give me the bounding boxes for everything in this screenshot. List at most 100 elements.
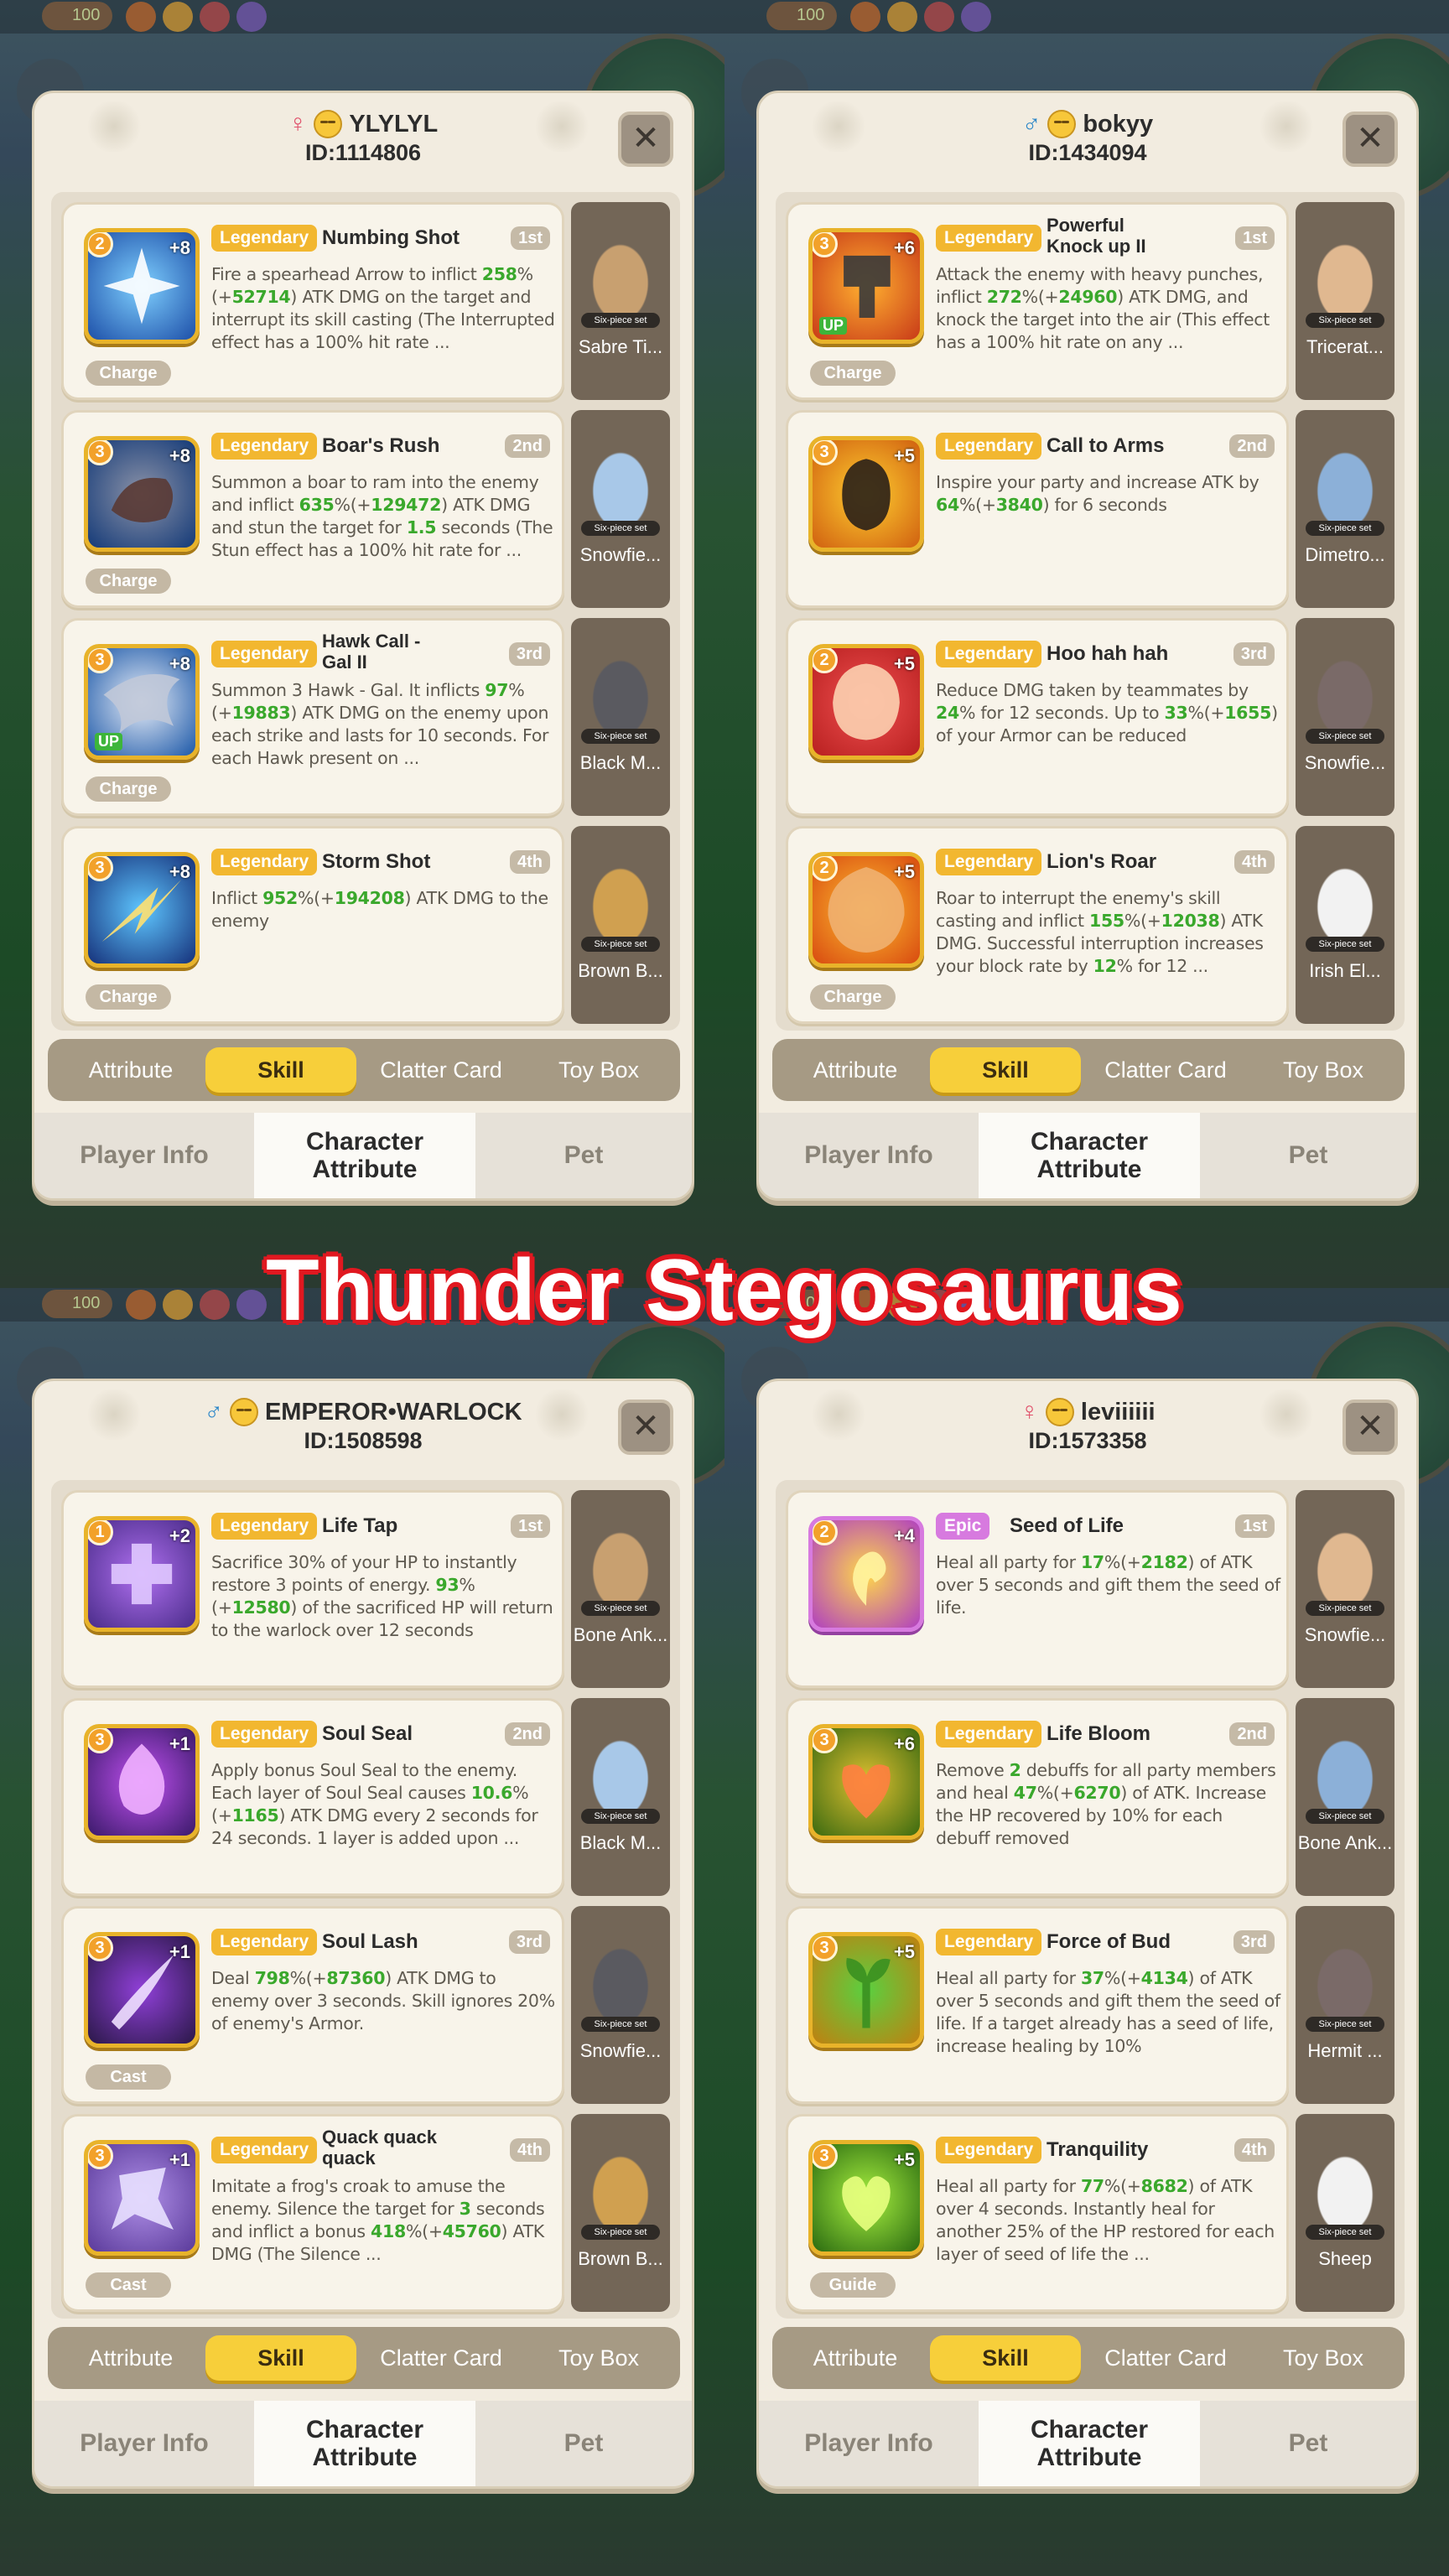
skill-row[interactable]: 3 +8 Charge Legendary Storm Shot 4th Inflict 9… (61, 826, 670, 1024)
skill-card[interactable]: 3 +5 Guide Legendary Tranquility 4th Heal all … (786, 2114, 1289, 2312)
tab-toy-box[interactable]: Toy Box (524, 1047, 673, 1093)
tab-pet[interactable]: Pet (475, 1113, 692, 1198)
close-button[interactable]: ✕ (1343, 1400, 1398, 1455)
tab-skill[interactable]: Skill (930, 2335, 1081, 2381)
pet-slot[interactable]: Six-piece set Hermit ... (1296, 1906, 1394, 2104)
pet-name: Snowfie... (1304, 752, 1386, 773)
lion-roar-icon[interactable]: 2 +5 (808, 852, 924, 968)
force-of-bud-icon[interactable]: 3 +5 (808, 1932, 924, 2048)
tab-attribute[interactable]: Attribute (58, 1047, 204, 1093)
tab-pet[interactable]: Pet (475, 2401, 692, 2486)
skill-card[interactable]: 3 +8 Charge Legendary Boar's Rush 2nd Summon a… (61, 410, 564, 608)
hawk-call-icon[interactable]: 3 +8 UP (84, 644, 200, 760)
skill-row[interactable]: 2 +5 Legendary Hoo hah hah 3rd Reduce DMG tak… (786, 618, 1394, 816)
tab-player-info[interactable]: Player Info (759, 1113, 979, 1198)
tab-toy-box[interactable]: Toy Box (1249, 1047, 1398, 1093)
skill-row[interactable]: 2 +4 Epic Seed of Life 1st Heal all party for… (786, 1490, 1394, 1688)
life-bloom-icon[interactable]: 3 +6 (808, 1724, 924, 1840)
pet-slot[interactable]: Six-piece set Tricerat... (1296, 202, 1394, 400)
tab-clatter-card[interactable]: Clatter Card (1086, 2335, 1245, 2381)
pet-slot[interactable]: Six-piece set Dimetro... (1296, 410, 1394, 608)
pet-slot[interactable]: Six-piece set Snowfie... (571, 410, 670, 608)
knock-up-icon[interactable]: 3 +6 UP (808, 228, 924, 344)
skill-row[interactable]: 1 +2 Legendary Life Tap 1st Sacrifice 30% of … (61, 1490, 670, 1688)
tab-skill[interactable]: Skill (205, 2335, 356, 2381)
skill-card[interactable]: 2 +8 Charge Legendary Numbing Shot 1st Fire a … (61, 202, 564, 400)
skill-card[interactable]: 3 +5 Legendary Force of Bud 3rd Heal all part… (786, 1906, 1289, 2104)
storm-shot-icon[interactable]: 3 +8 (84, 852, 200, 968)
tab-toy-box[interactable]: Toy Box (524, 2335, 673, 2381)
skill-card[interactable]: 2 +5 Legendary Hoo hah hah 3rd Reduce DMG tak… (786, 618, 1289, 816)
pet-slot[interactable]: Six-piece set Black M... (571, 1698, 670, 1896)
skill-row[interactable]: 3 +6 UP Charge Legendary Powerful Knock up II… (786, 202, 1394, 400)
pet-slot[interactable]: Six-piece set Brown B... (571, 826, 670, 1024)
skill-row[interactable]: 3 +5 Legendary Force of Bud 3rd Heal all part… (786, 1906, 1394, 2104)
skill-card[interactable]: 3 +6 UP Charge Legendary Powerful Knock up II… (786, 202, 1289, 400)
skill-card[interactable]: 3 +8 Charge Legendary Storm Shot 4th Inflict 9… (61, 826, 564, 1024)
tab-player-info[interactable]: Player Info (34, 1113, 254, 1198)
tab-clatter-card[interactable]: Clatter Card (1086, 1047, 1245, 1093)
tab-skill[interactable]: Skill (205, 1047, 356, 1093)
tab-attribute[interactable]: Attribute (782, 1047, 928, 1093)
tranquility-icon[interactable]: 3 +5 (808, 2140, 924, 2256)
tab-skill[interactable]: Skill (930, 1047, 1081, 1093)
pet-slot[interactable]: Six-piece set Irish El... (1296, 826, 1394, 1024)
tab-character-attribute[interactable]: Character Attribute (254, 1113, 475, 1198)
pet-name: Black M... (579, 752, 662, 773)
skill-row[interactable]: 3 +1 Legendary Soul Seal 2nd Apply bonus Soul… (61, 1698, 670, 1896)
tab-player-info[interactable]: Player Info (34, 2401, 254, 2486)
skill-card[interactable]: 3 +1 Legendary Soul Seal 2nd Apply bonus Soul… (61, 1698, 564, 1896)
hoo-hah-icon[interactable]: 2 +5 (808, 644, 924, 760)
highlight-value: 45760 (442, 2221, 501, 2241)
tab-attribute[interactable]: Attribute (58, 2335, 204, 2381)
life-tap-icon[interactable]: 1 +2 (84, 1516, 200, 1632)
close-button[interactable]: ✕ (618, 112, 673, 167)
skill-row[interactable]: 3 +5 Legendary Call to Arms 2nd Inspire your … (786, 410, 1394, 608)
skill-row[interactable]: 2 +8 Charge Legendary Numbing Shot 1st Fire a … (61, 202, 670, 400)
tab-player-info[interactable]: Player Info (759, 2401, 979, 2486)
pet-slot[interactable]: Six-piece set Snowfie... (571, 1906, 670, 2104)
tab-pet[interactable]: Pet (1200, 1113, 1416, 1198)
tab-character-attribute[interactable]: Character Attribute (254, 2401, 475, 2486)
soul-lash-icon[interactable]: 3 +1 (84, 1932, 200, 2048)
skill-row[interactable]: 3 +8 Charge Legendary Boar's Rush 2nd Summon a… (61, 410, 670, 608)
numbing-shot-icon[interactable]: 2 +8 (84, 228, 200, 344)
boar-rush-icon[interactable]: 3 +8 (84, 436, 200, 552)
pet-slot[interactable]: Six-piece set Sabre Ti... (571, 202, 670, 400)
tab-clatter-card[interactable]: Clatter Card (361, 2335, 521, 2381)
pet-slot[interactable]: Six-piece set Black M... (571, 618, 670, 816)
pet-slot[interactable]: Six-piece set Snowfie... (1296, 1490, 1394, 1688)
pet-set-label: Six-piece set (581, 313, 660, 328)
skill-row[interactable]: 3 +8 UP Charge Legendary Hawk Call - Gal II 3r… (61, 618, 670, 816)
skill-card[interactable]: 3 +1 Cast Legendary Quack quack quack 4th Imit… (61, 2114, 564, 2312)
tab-clatter-card[interactable]: Clatter Card (361, 1047, 521, 1093)
pet-slot[interactable]: Six-piece set Brown B... (571, 2114, 670, 2312)
pet-slot[interactable]: Six-piece set Snowfie... (1296, 618, 1394, 816)
skill-card[interactable]: 2 +5 Charge Legendary Lion's Roar 4th Roar to … (786, 826, 1289, 1024)
skill-card[interactable]: 3 +8 UP Charge Legendary Hawk Call - Gal II 3r… (61, 618, 564, 816)
tab-pet[interactable]: Pet (1200, 2401, 1416, 2486)
close-button[interactable]: ✕ (618, 1400, 673, 1455)
quack-icon[interactable]: 3 +1 (84, 2140, 200, 2256)
close-button[interactable]: ✕ (1343, 112, 1398, 167)
skill-card[interactable]: 1 +2 Legendary Life Tap 1st Sacrifice 30% of … (61, 1490, 564, 1688)
skill-row[interactable]: 3 +5 Guide Legendary Tranquility 4th Heal all … (786, 2114, 1394, 2312)
skill-row[interactable]: 3 +6 Legendary Life Bloom 2nd Remove 2 debuff… (786, 1698, 1394, 1896)
tab-character-attribute[interactable]: Character Attribute (979, 2401, 1200, 2486)
soul-seal-icon[interactable]: 3 +1 (84, 1724, 200, 1840)
skill-row[interactable]: 3 +1 Cast Legendary Quack quack quack 4th Imit… (61, 2114, 670, 2312)
skill-row[interactable]: 2 +5 Charge Legendary Lion's Roar 4th Roar to … (786, 826, 1394, 1024)
skill-row[interactable]: 3 +1 Cast Legendary Soul Lash 3rd Deal 798%(+8… (61, 1906, 670, 2104)
skill-card[interactable]: 2 +4 Epic Seed of Life 1st Heal all party for… (786, 1490, 1289, 1688)
tab-toy-box[interactable]: Toy Box (1249, 2335, 1398, 2381)
skill-card[interactable]: 3 +6 Legendary Life Bloom 2nd Remove 2 debuff… (786, 1698, 1289, 1896)
skill-card[interactable]: 3 +1 Cast Legendary Soul Lash 3rd Deal 798%(+8… (61, 1906, 564, 2104)
call-to-arms-icon[interactable]: 3 +5 (808, 436, 924, 552)
tab-character-attribute[interactable]: Character Attribute (979, 1113, 1200, 1198)
pet-slot[interactable]: Six-piece set Bone Ank... (571, 1490, 670, 1688)
skill-card[interactable]: 3 +5 Legendary Call to Arms 2nd Inspire your … (786, 410, 1289, 608)
tab-attribute[interactable]: Attribute (782, 2335, 928, 2381)
seed-of-life-icon[interactable]: 2 +4 (808, 1516, 924, 1632)
pet-slot[interactable]: Six-piece set Bone Ank... (1296, 1698, 1394, 1896)
pet-slot[interactable]: Six-piece set Sheep (1296, 2114, 1394, 2312)
